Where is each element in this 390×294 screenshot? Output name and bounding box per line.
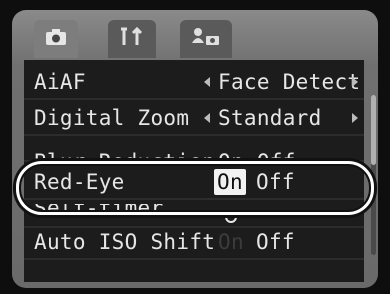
right-arrow-icon[interactable] (352, 113, 358, 123)
scrollbar[interactable] (371, 95, 376, 255)
tab-settings[interactable] (108, 20, 156, 58)
menu-row-label: Red-Eye (34, 170, 125, 194)
menu-row-blur-reduction[interactable]: Blur Reduction On Off (24, 138, 364, 162)
menu-row-label: Blur Reduction (34, 150, 216, 162)
menu-row-auto-iso-shift[interactable]: Auto ISO Shift On Off (24, 226, 364, 260)
menu-list: AiAF Face Detect Digital Zoom Standard B… (24, 60, 364, 282)
tab-shooting[interactable] (34, 20, 78, 58)
option-off-selected[interactable]: Off (256, 230, 295, 254)
menu-row-value: Standard (218, 106, 322, 130)
menu-row-value: Face Detect (218, 70, 361, 94)
option-off[interactable]: Off (256, 170, 295, 194)
menu-row-label: AiAF (34, 70, 86, 94)
menu-row-aiaf[interactable]: AiAF Face Detect (24, 66, 364, 100)
option-on[interactable]: On (218, 230, 244, 254)
self-timer-icon (222, 204, 240, 226)
tools-icon (119, 26, 145, 51)
menu-row-self-timer[interactable]: Self-timer (24, 204, 364, 228)
left-arrow-icon[interactable] (204, 113, 210, 123)
menu-row-label: Digital Zoom (34, 106, 190, 130)
left-arrow-icon[interactable] (204, 77, 210, 87)
menu-row-red-eye[interactable]: Red-Eye On Off (24, 166, 364, 200)
menu-row-label: Auto ISO Shift (34, 230, 216, 254)
menu-row-digital-zoom[interactable]: Digital Zoom Standard (24, 102, 364, 136)
option-on-selected[interactable]: On (214, 169, 246, 195)
my-menu-icon (191, 27, 221, 51)
tab-my-menu[interactable] (180, 20, 232, 58)
menu-row-value: On Off (218, 150, 296, 162)
right-arrow-icon[interactable] (352, 77, 358, 87)
camera-icon (45, 28, 67, 50)
scrollbar-thumb[interactable] (371, 95, 376, 165)
menu-row-label: Self-timer (34, 204, 164, 220)
